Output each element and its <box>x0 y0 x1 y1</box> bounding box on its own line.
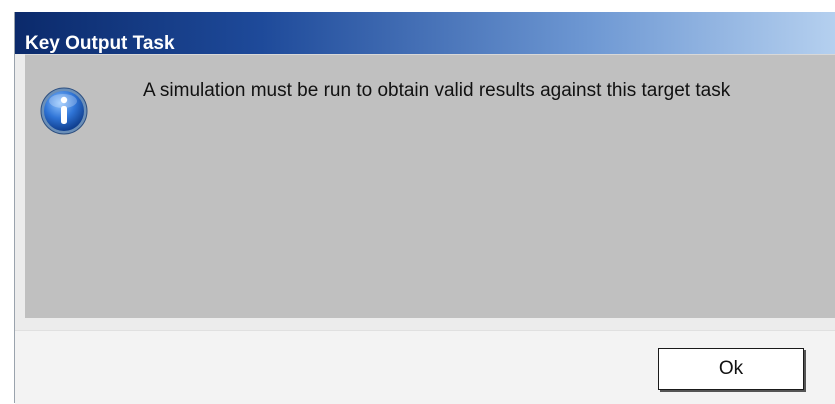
dialog-title: Key Output Task <box>25 33 175 54</box>
dialog-body: A simulation must be run to obtain valid… <box>25 54 835 318</box>
ok-button[interactable]: Ok <box>658 348 804 390</box>
dialog-message: A simulation must be run to obtain valid… <box>143 80 731 101</box>
dialog-titlebar[interactable]: Key Output Task <box>15 12 835 54</box>
dialog-footer: Ok <box>15 330 835 404</box>
message-dialog: Key Output Task A simulation must be run… <box>14 12 835 404</box>
info-icon <box>40 87 88 135</box>
